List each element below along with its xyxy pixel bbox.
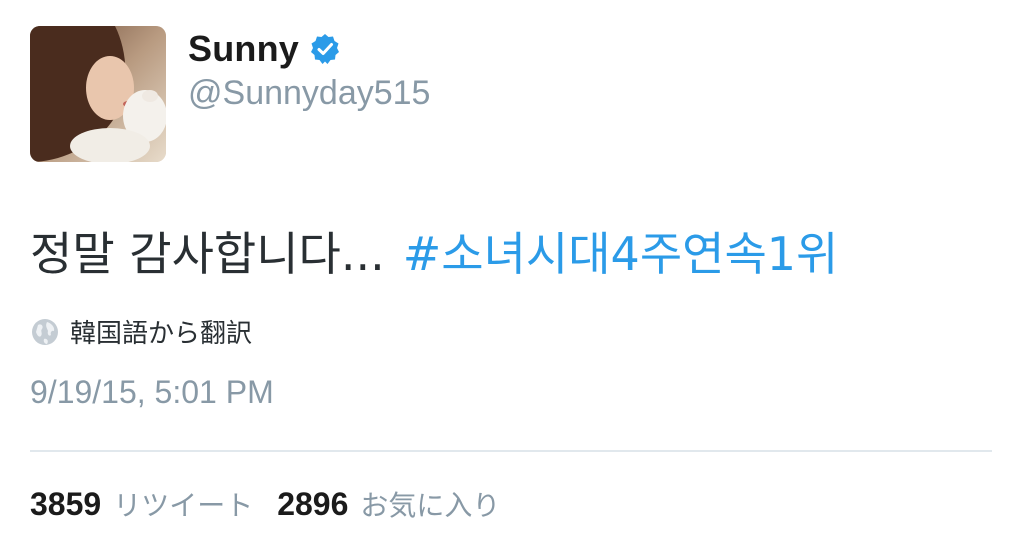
favorite-label[interactable]: お気に入り bbox=[360, 484, 500, 524]
translate-link[interactable]: 韓国語から翻訳 bbox=[30, 313, 252, 350]
avatar[interactable] bbox=[30, 26, 166, 162]
divider bbox=[30, 450, 992, 452]
retweet-count[interactable]: 3859 bbox=[30, 486, 101, 523]
verified-badge-icon bbox=[311, 34, 340, 64]
display-name[interactable]: Sunny bbox=[188, 28, 299, 70]
stats-row: 3859 リツイート 2896 お気に入り bbox=[30, 484, 500, 524]
globe-icon bbox=[32, 318, 58, 345]
tweet-card: Sunny @Sunnyday515 정말 감사합니다... #소녀시대4주연속1… bbox=[0, 0, 1024, 545]
tweet-text: 정말 감사합니다... #소녀시대4주연속1위 bbox=[30, 218, 838, 284]
tweet-body: 정말 감사합니다... bbox=[30, 227, 385, 281]
timestamp[interactable]: 9/19/15, 5:01 PM bbox=[30, 374, 274, 411]
translate-label: 韓国語から翻訳 bbox=[70, 319, 253, 349]
name-row: Sunny bbox=[188, 28, 341, 70]
avatar-image bbox=[30, 26, 166, 162]
favorite-count[interactable]: 2896 bbox=[277, 486, 348, 523]
hashtag-link[interactable]: #소녀시대4주연속1위 bbox=[403, 227, 839, 281]
user-handle[interactable]: @Sunnyday515 bbox=[188, 74, 430, 113]
retweet-label[interactable]: リツイート bbox=[113, 484, 253, 524]
